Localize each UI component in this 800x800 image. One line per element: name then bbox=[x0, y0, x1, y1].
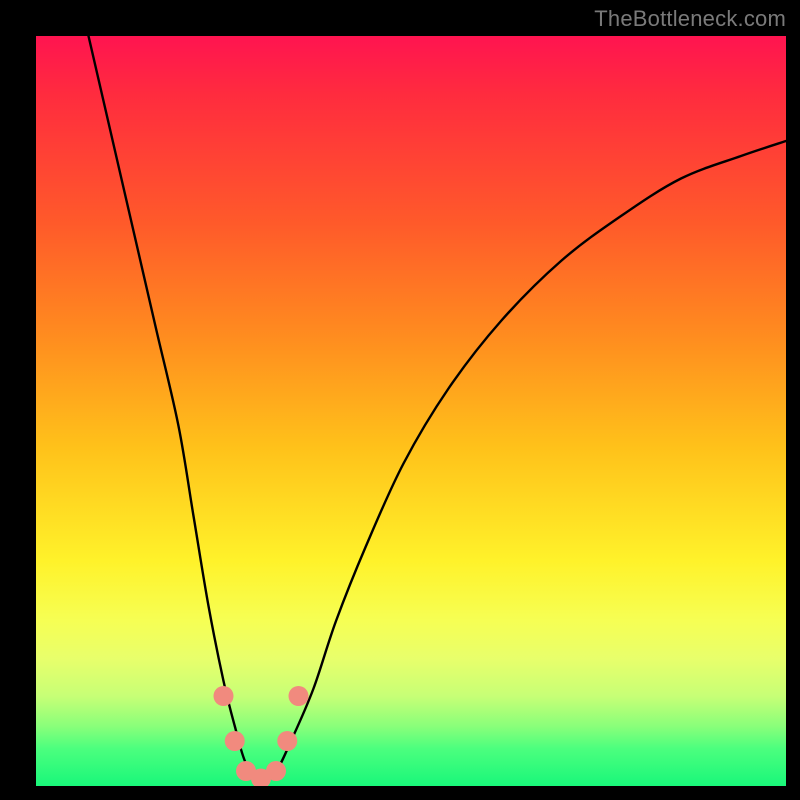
watermark-text: TheBottleneck.com bbox=[594, 6, 786, 32]
chart-frame: TheBottleneck.com bbox=[0, 0, 800, 800]
curve-marker bbox=[266, 761, 286, 781]
bottleneck-curve bbox=[89, 36, 787, 779]
curve-marker bbox=[225, 731, 245, 751]
chart-svg bbox=[36, 36, 786, 786]
chart-plot-area bbox=[36, 36, 786, 786]
curve-marker bbox=[289, 686, 309, 706]
curve-markers bbox=[214, 686, 309, 786]
curve-marker bbox=[214, 686, 234, 706]
curve-marker bbox=[277, 731, 297, 751]
